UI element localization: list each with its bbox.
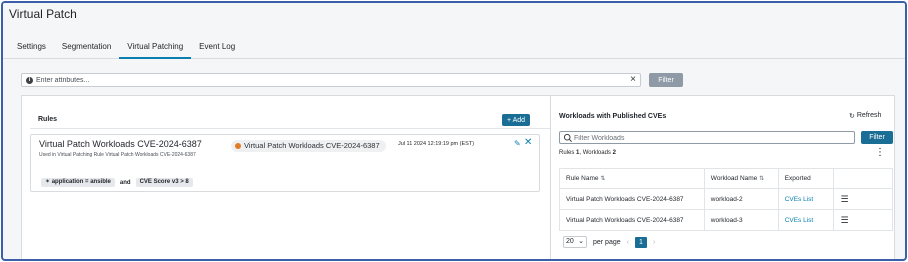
attribute-filter-bar: i ×: [21, 73, 641, 87]
cell-rule-name: Virtual Patch Workloads CVE-2024-6387: [559, 209, 705, 231]
workload-search-input[interactable]: [574, 133, 852, 143]
per-page-label: per page: [593, 238, 621, 246]
rules-panel: Rules + Add Virtual Patch Workloads CVE-…: [30, 102, 550, 259]
condition-tag: CVE Score v3 > 8: [135, 178, 193, 187]
condition-tag: ✶ application = ansible: [41, 178, 115, 187]
info-icon: i: [26, 77, 33, 84]
rule-date: Jul 11 2024 12:19:19 pm (EST): [398, 141, 475, 147]
app-window: Virtual Patch Settings Segmentation Virt…: [1, 1, 907, 261]
cell-workload-name: workload-3: [703, 209, 779, 231]
column-header-actions: [833, 168, 893, 189]
refresh-label: Refresh: [856, 112, 882, 119]
add-rule-button[interactable]: + Add: [502, 114, 530, 126]
rule-description: Used in Virtual Patching Rule Virtual Pa…: [39, 152, 196, 158]
rule-chip-label: Virtual Patch Workloads CVE-2024-6387: [244, 141, 380, 150]
column-header-rule-name[interactable]: Rule Name ⇅: [559, 168, 705, 189]
list-icon[interactable]: ☰: [840, 194, 848, 204]
rules-title: Rules: [38, 116, 58, 123]
workload-summary: Rules 1, Workloads 2: [559, 150, 616, 156]
refresh-icon: ↻: [849, 113, 855, 120]
workloads-title: Workloads with Published CVEs: [559, 113, 667, 120]
workload-filter-button[interactable]: Filter: [861, 131, 893, 144]
search-icon: [563, 133, 572, 142]
delete-icon[interactable]: ✕: [524, 137, 532, 148]
tab-event-log[interactable]: Event Log: [191, 41, 243, 59]
attribute-filter-input[interactable]: [36, 75, 626, 86]
workloads-table: Rule Name ⇅ Workload Name ⇅ Exported Vir…: [559, 168, 893, 231]
page-header: Virtual Patch Settings Segmentation Virt…: [3, 3, 905, 59]
page-title: Virtual Patch: [9, 7, 77, 21]
prev-page-icon[interactable]: ‹: [627, 239, 629, 246]
edit-icon[interactable]: ✎: [514, 139, 521, 148]
list-icon[interactable]: ☰: [840, 215, 848, 225]
per-page-select[interactable]: 20 ⌄: [563, 236, 587, 248]
rule-card[interactable]: Virtual Patch Workloads CVE-2024-6387 Us…: [30, 134, 540, 192]
column-header-exported: Exported: [777, 168, 835, 189]
cves-list-link[interactable]: CVEs List: [785, 217, 814, 224]
virtual-patch-icon: [235, 143, 241, 149]
next-page-icon[interactable]: ›: [653, 239, 655, 246]
kebab-menu-icon[interactable]: ⋮: [875, 147, 885, 158]
cell-rule-name: Virtual Patch Workloads CVE-2024-6387: [559, 188, 705, 210]
table-row: Virtual Patch Workloads CVE-2024-6387 wo…: [559, 209, 893, 231]
tab-segmentation[interactable]: Segmentation: [54, 41, 119, 59]
tab-settings[interactable]: Settings: [9, 41, 54, 59]
close-icon[interactable]: ×: [630, 74, 636, 86]
chevron-down-icon: ⌄: [578, 238, 584, 245]
rule-name: Virtual Patch Workloads CVE-2024-6387: [39, 139, 202, 149]
page-number[interactable]: 1: [634, 236, 647, 248]
column-header-workload-name[interactable]: Workload Name ⇅: [703, 168, 779, 189]
tab-virtual-patching[interactable]: Virtual Patching: [119, 41, 192, 59]
rule-conditions: ✶ application = ansible and CVE Score v3…: [41, 178, 193, 187]
cell-workload-name: workload-2: [703, 188, 779, 210]
sort-icon: ⇅: [600, 176, 606, 182]
filter-button[interactable]: Filter: [649, 73, 683, 87]
rule-chip: Virtual Patch Workloads CVE-2024-6387: [231, 140, 386, 152]
cves-list-link[interactable]: CVEs List: [785, 196, 814, 203]
workload-search-box: [559, 131, 855, 144]
divider: [30, 128, 550, 129]
tab-bar: Settings Segmentation Virtual Patching E…: [9, 41, 243, 59]
main-content: Rules + Add Virtual Patch Workloads CVE-…: [21, 95, 896, 259]
workloads-panel: Workloads with Published CVEs ↻ Refresh …: [550, 96, 896, 259]
condition-operator: and: [119, 179, 131, 186]
pagination: 20 ⌄ per page ‹ 1 ›: [563, 236, 655, 248]
table-row: Virtual Patch Workloads CVE-2024-6387 wo…: [559, 188, 893, 210]
sort-icon: ⇅: [759, 176, 765, 182]
refresh-button[interactable]: ↻ Refresh: [849, 112, 881, 120]
